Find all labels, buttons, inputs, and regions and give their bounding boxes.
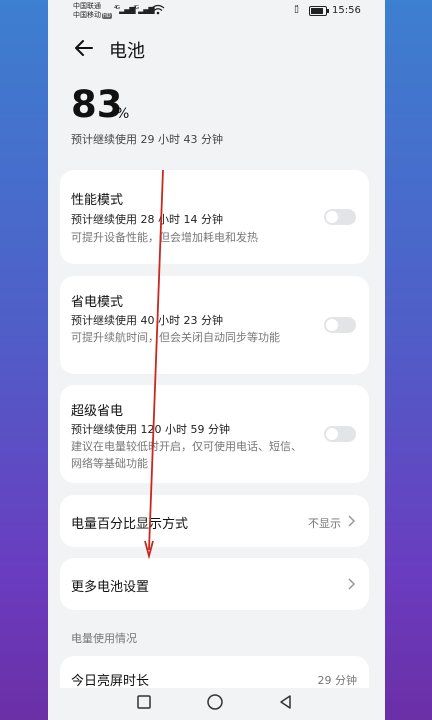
mode-estimate: 预计继续使用 40 小时 23 分钟 xyxy=(71,314,223,327)
mode-description: 建议在电量较低时开启，仅可使用电话、短信、网络等基础功能 xyxy=(71,440,302,470)
more-battery-settings-row[interactable]: 更多电池设置 xyxy=(60,558,369,610)
signal-icon: 4G▂▄▆ xyxy=(114,5,136,14)
row-label: 电量百分比显示方式 xyxy=(71,517,189,532)
mode-description: 可提升设备性能，但会增加耗电和发热 xyxy=(71,231,258,244)
mode-title: 性能模式 xyxy=(71,193,124,208)
mode-title: 省电模式 xyxy=(71,295,124,310)
mode-estimate: 预计继续使用 120 小时 59 分钟 xyxy=(71,423,230,436)
back-triangle-icon[interactable] xyxy=(278,694,294,710)
ultra-power-saving-card: 超级省电 预计继续使用 120 小时 59 分钟 建议在电量较低时开启，仅可使用… xyxy=(60,385,369,483)
clock: 15:56 xyxy=(332,5,361,16)
carrier-2: 中国移动 xyxy=(73,11,101,19)
usage-section-label: 电量使用情况 xyxy=(71,632,137,645)
performance-mode-toggle[interactable] xyxy=(324,209,356,225)
back-arrow-icon[interactable] xyxy=(72,36,96,60)
ultra-power-saving-toggle[interactable] xyxy=(324,426,356,442)
performance-mode-card: 性能模式 预计继续使用 28 小时 14 分钟 可提升设备性能，但会增加耗电和发… xyxy=(60,170,369,264)
carrier-1: 中国联通 xyxy=(73,2,101,10)
hd-badge: HD xyxy=(102,13,112,19)
power-saving-mode-toggle[interactable] xyxy=(324,317,356,333)
battery-percent: 83 xyxy=(71,83,123,126)
vibrate-icon: ▯̈ xyxy=(294,5,299,15)
battery-percent-sign: % xyxy=(116,106,130,122)
mode-estimate: 预计继续使用 28 小时 14 分钟 xyxy=(71,213,223,226)
navigation-bar xyxy=(48,688,385,720)
row-value: 不显示 xyxy=(308,517,341,530)
recents-square-icon[interactable] xyxy=(136,694,152,710)
row-label: 更多电池设置 xyxy=(71,580,150,595)
page-title: 电池 xyxy=(109,41,145,62)
battery-settings-screen: 中国联通 中国移动 HD 4G▂▄▆ 4G▂▄▆ ▯̈ 15:56 电池 83 %… xyxy=(48,0,385,720)
battery-icon xyxy=(309,6,329,16)
chevron-right-icon xyxy=(348,515,356,527)
mode-title: 超级省电 xyxy=(71,404,124,419)
home-circle-icon[interactable] xyxy=(206,694,224,712)
row-value: 29 分钟 xyxy=(317,674,358,687)
power-saving-mode-card: 省电模式 预计继续使用 40 小时 23 分钟 可提升续航时间，但会关闭自动同步… xyxy=(60,276,369,374)
carrier-info: 中国联通 中国移动 HD xyxy=(73,2,112,20)
wifi-icon xyxy=(151,4,165,15)
row-label: 今日亮屏时长 xyxy=(71,674,150,689)
battery-percentage-display-row[interactable]: 电量百分比显示方式 不显示 xyxy=(60,495,369,547)
battery-remaining-time: 预计继续使用 29 小时 43 分钟 xyxy=(71,133,223,146)
mode-description: 可提升续航时间，但会关闭自动同步等功能 xyxy=(71,331,280,344)
chevron-right-icon xyxy=(348,578,356,590)
status-bar: 中国联通 中国移动 HD 4G▂▄▆ 4G▂▄▆ ▯̈ 15:56 xyxy=(48,0,385,24)
